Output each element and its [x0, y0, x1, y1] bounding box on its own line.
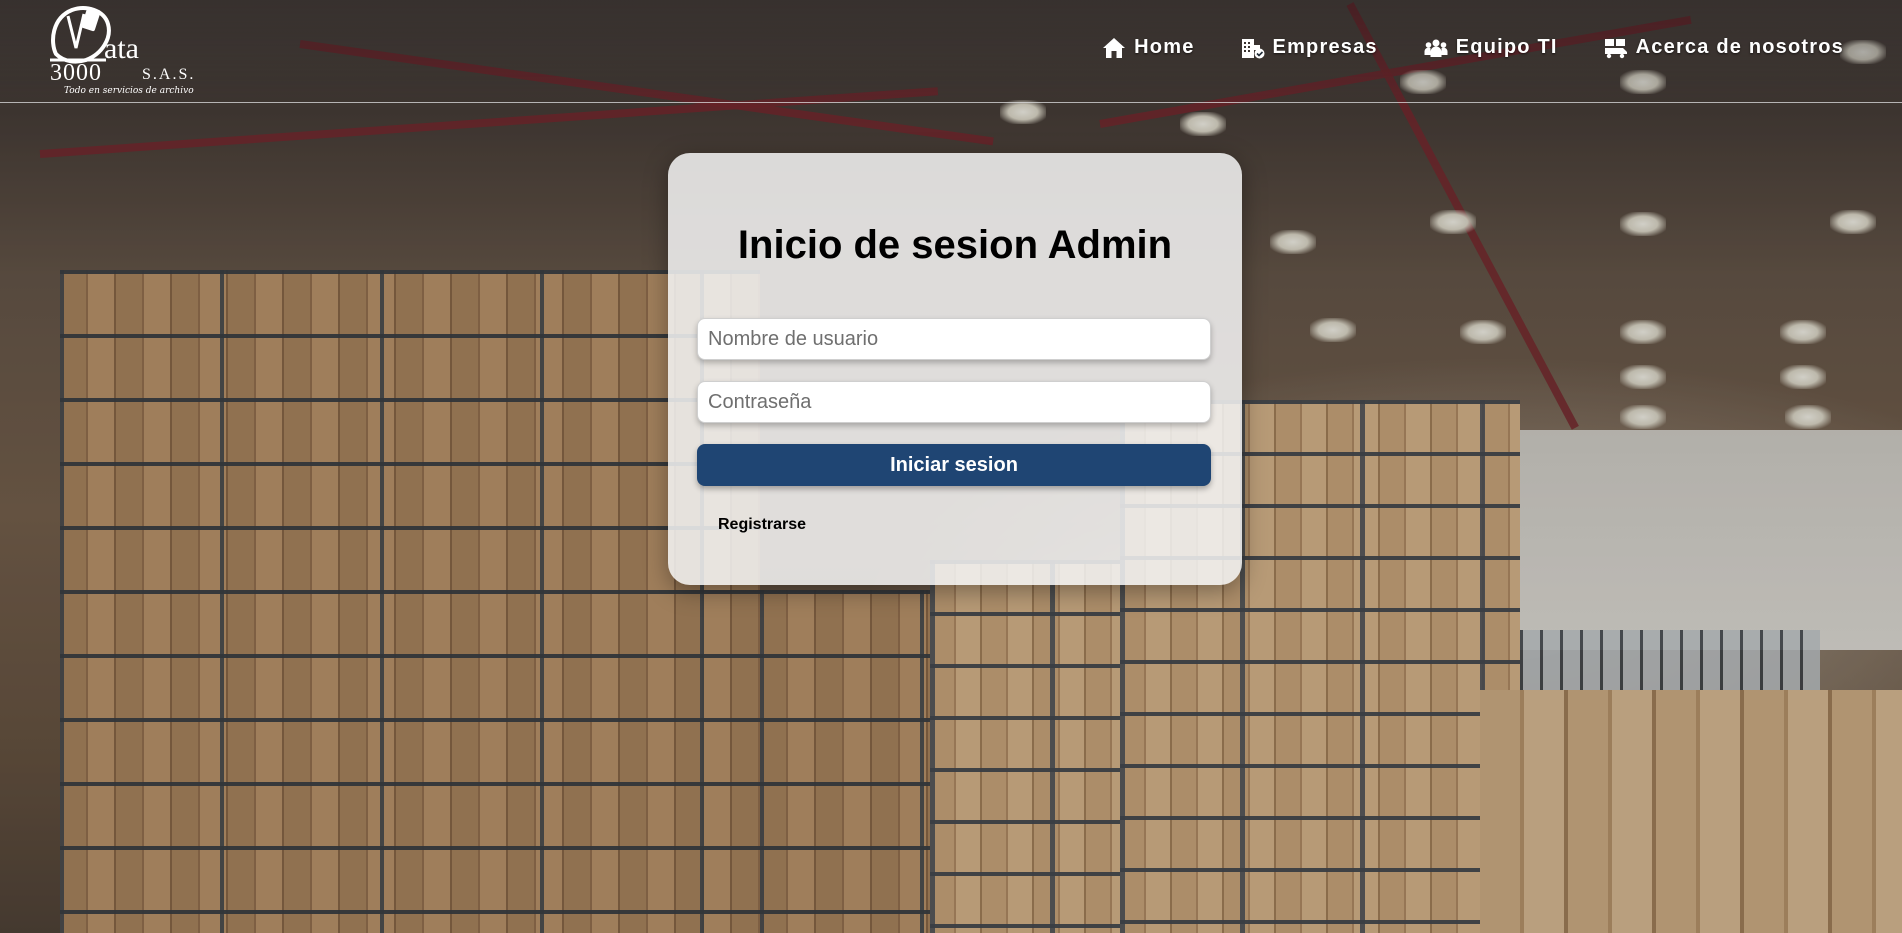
ceiling-light — [1460, 320, 1506, 344]
stacked-pallets — [1480, 690, 1902, 933]
login-title: Inicio de sesion Admin — [737, 223, 1173, 267]
page: ata 3000 S.A.S. Todo en servicios de arc… — [0, 0, 1902, 933]
ceiling-light — [1000, 100, 1046, 124]
ceiling-light — [1620, 365, 1666, 389]
buildings-check-icon — [1241, 38, 1265, 58]
logo-tagline: Todo en servicios de archivo — [64, 86, 194, 96]
login-submit-button[interactable]: Iniciar sesion — [697, 444, 1211, 486]
username-input[interactable] — [697, 318, 1211, 360]
archive-shelves — [930, 560, 1130, 933]
nav-acerca-de-nosotros[interactable]: Acerca de nosotros — [1604, 36, 1844, 59]
logo-number: 3000 — [50, 60, 102, 86]
ceiling-light — [1620, 405, 1666, 429]
home-icon — [1103, 37, 1126, 58]
truck-boxes-icon — [1604, 38, 1627, 58]
top-navbar: ata 3000 S.A.S. Todo en servicios de arc… — [0, 0, 1902, 103]
ceiling-light — [1270, 230, 1316, 254]
ceiling-light — [1780, 320, 1826, 344]
admin-login-card: Inicio de sesion Admin Iniciar sesion Re… — [668, 153, 1242, 585]
main-nav: Home Empresas Equipo TI Acerca de nosotr… — [1102, 36, 1844, 59]
nav-home-label: Home — [1134, 36, 1195, 58]
archive-shelves — [60, 270, 760, 933]
ceiling-light — [1830, 210, 1876, 234]
ceiling-light — [1620, 320, 1666, 344]
nav-empresas[interactable]: Empresas — [1241, 36, 1378, 59]
company-logo[interactable]: ata 3000 S.A.S. Todo en servicios de arc… — [46, 2, 216, 98]
ceiling-light — [1310, 318, 1356, 342]
people-group-icon — [1424, 39, 1448, 57]
register-link[interactable]: Registrarse — [718, 516, 806, 534]
ceiling-light — [1430, 210, 1476, 234]
logo-suffix: S.A.S. — [142, 66, 196, 83]
logo-name: ata — [104, 32, 139, 65]
archive-shelves — [760, 590, 940, 933]
nav-equipo-ti[interactable]: Equipo TI — [1424, 36, 1558, 59]
nav-equipo-ti-label: Equipo TI — [1455, 36, 1558, 58]
nav-empresas-label: Empresas — [1272, 36, 1378, 58]
ceiling-light — [1780, 365, 1826, 389]
ceiling-light — [1785, 405, 1831, 429]
nav-home[interactable]: Home — [1102, 36, 1194, 59]
password-input[interactable] — [697, 381, 1211, 423]
ceiling-light — [1620, 212, 1666, 236]
nav-acerca-label: Acerca de nosotros — [1635, 36, 1844, 58]
ceiling-light — [1180, 112, 1226, 136]
